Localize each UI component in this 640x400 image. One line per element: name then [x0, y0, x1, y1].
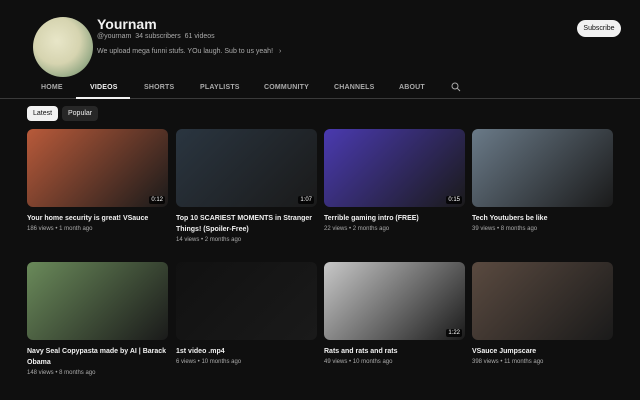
tab-home[interactable]: HOME	[41, 84, 63, 91]
video-views: 186 views	[27, 226, 54, 232]
video-title[interactable]: Navy Seal Copypasta made by AI | Barack …	[27, 346, 168, 368]
video-age: 8 months ago	[501, 226, 537, 232]
video-thumbnail[interactable]: 1:22	[324, 262, 465, 340]
tab-community[interactable]: COMMUNITY	[264, 84, 309, 91]
video-age: 11 months ago	[504, 359, 543, 365]
video-duration: 0:12	[149, 196, 165, 204]
channel-handle: @yournam	[97, 33, 131, 40]
video-views: 148 views	[27, 370, 54, 376]
video-thumbnail[interactable]	[472, 262, 613, 340]
video-card[interactable]: 0:15 Terrible gaming intro (FREE) 22 vie…	[324, 129, 465, 232]
video-age: 2 months ago	[205, 237, 241, 243]
video-views: 6 views	[176, 359, 196, 365]
video-card[interactable]: 1:07 Top 10 SCARIEST MOMENTS in Stranger…	[176, 129, 317, 243]
video-card[interactable]: VSauce Jumpscare 398 views • 11 months a…	[472, 262, 613, 365]
video-title[interactable]: Terrible gaming intro (FREE)	[324, 213, 465, 224]
video-thumbnail[interactable]	[176, 262, 317, 340]
search-icon[interactable]	[451, 82, 461, 92]
video-title[interactable]: Your home security is great! VSauce	[27, 213, 168, 224]
video-card[interactable]: 1:22 Rats and rats and rats 49 views • 1…	[324, 262, 465, 365]
video-duration: 1:22	[446, 329, 462, 337]
video-card[interactable]: 0:12 Your home security is great! VSauce…	[27, 129, 168, 232]
video-title[interactable]: Top 10 SCARIEST MOMENTS in Stranger Thin…	[176, 213, 317, 235]
video-count: 61 videos	[185, 33, 215, 40]
video-thumbnail[interactable]	[472, 129, 613, 207]
subscribe-button[interactable]: Subscribe	[577, 20, 621, 37]
video-age: 10 months ago	[353, 359, 393, 365]
video-duration: 1:07	[298, 196, 314, 204]
video-meta: 49 views • 10 months ago	[324, 359, 465, 365]
video-age: 10 months ago	[201, 359, 241, 365]
video-age: 8 months ago	[59, 370, 95, 376]
channel-avatar	[33, 17, 93, 77]
video-card[interactable]: 1st video .mp4 6 views • 10 months ago	[176, 262, 317, 365]
description-text: We upload mega funni stufs. YOu laugh. S…	[97, 48, 273, 55]
video-views: 22 views	[324, 226, 347, 232]
subscriber-count: 34 subscribers	[135, 33, 181, 40]
video-views: 14 views	[176, 237, 199, 243]
video-thumbnail[interactable]	[27, 262, 168, 340]
tab-playlists[interactable]: PLAYLISTS	[200, 84, 240, 91]
video-views: 39 views	[472, 226, 495, 232]
video-card[interactable]: Navy Seal Copypasta made by AI | Barack …	[27, 262, 168, 376]
video-views: 49 views	[324, 359, 347, 365]
video-thumbnail[interactable]: 0:15	[324, 129, 465, 207]
chip-popular[interactable]: Popular	[62, 106, 98, 121]
channel-name: Yournam	[97, 16, 157, 32]
video-age: 1 month ago	[59, 226, 92, 232]
video-duration: 0:15	[446, 196, 462, 204]
channel-meta: @yournam 34 subscribers 61 videos	[97, 33, 215, 40]
video-meta: 22 views • 2 months ago	[324, 226, 465, 232]
video-meta: 14 views • 2 months ago	[176, 237, 317, 243]
video-thumbnail[interactable]: 0:12	[27, 129, 168, 207]
tab-shorts[interactable]: SHORTS	[144, 84, 174, 91]
video-meta: 39 views • 8 months ago	[472, 226, 613, 232]
video-title[interactable]: Rats and rats and rats	[324, 346, 465, 357]
video-title[interactable]: VSauce Jumpscare	[472, 346, 613, 357]
channel-tabs: HOME VIDEOS SHORTS PLAYLISTS COMMUNITY C…	[0, 80, 640, 99]
tab-channels[interactable]: CHANNELS	[334, 84, 375, 91]
video-meta: 186 views • 1 month ago	[27, 226, 168, 232]
video-meta: 148 views • 8 months ago	[27, 370, 168, 376]
video-views: 398 views	[472, 359, 499, 365]
tab-videos[interactable]: VIDEOS	[90, 84, 118, 91]
video-meta: 398 views • 11 months ago	[472, 359, 613, 365]
tab-about[interactable]: ABOUT	[399, 84, 425, 91]
video-card[interactable]: Tech Youtubers be like 39 views • 8 mont…	[472, 129, 613, 232]
active-tab-indicator	[76, 97, 130, 99]
channel-description[interactable]: We upload mega funni stufs. YOu laugh. S…	[97, 48, 281, 55]
video-title[interactable]: Tech Youtubers be like	[472, 213, 613, 224]
video-title[interactable]: 1st video .mp4	[176, 346, 317, 357]
video-thumbnail[interactable]: 1:07	[176, 129, 317, 207]
chevron-right-icon: ›	[279, 48, 281, 55]
video-age: 2 months ago	[353, 226, 389, 232]
video-meta: 6 views • 10 months ago	[176, 359, 317, 365]
chip-latest[interactable]: Latest	[27, 106, 58, 121]
